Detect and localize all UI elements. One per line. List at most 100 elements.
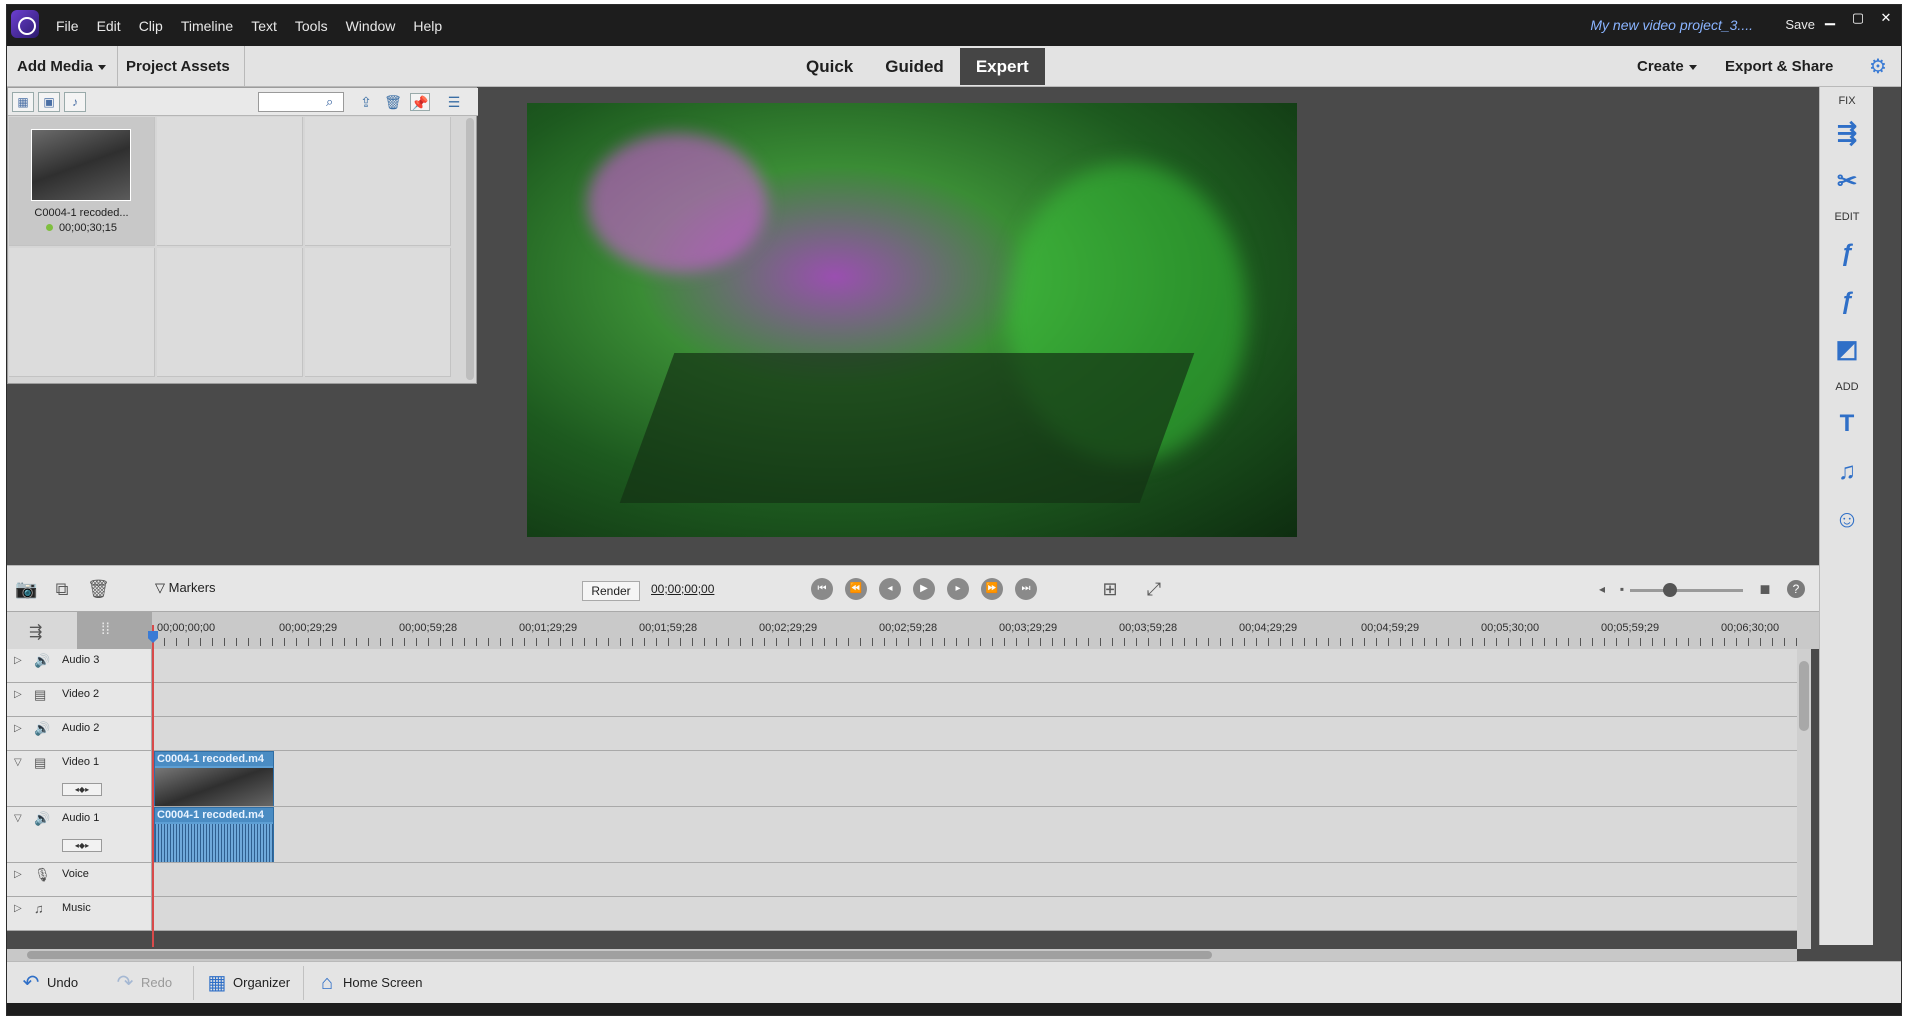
export-share-button[interactable]: Export & Share	[1719, 46, 1839, 87]
step-forward-icon[interactable]: ▸	[947, 578, 969, 600]
expand-icon[interactable]: ▷	[14, 689, 22, 700]
assets-scrollbar[interactable]	[466, 118, 474, 380]
organizer-button[interactable]: ▦ Organizer	[199, 962, 291, 1004]
speaker-icon[interactable]: 🔊	[34, 721, 50, 737]
collapse-icon[interactable]: ▽	[14, 757, 22, 768]
applied-effects-icon[interactable]: ƒ	[1832, 239, 1862, 269]
zoom-out-icon[interactable]: ◂	[1591, 578, 1613, 600]
zoom-slider[interactable]	[1630, 589, 1743, 592]
minimize-icon[interactable]: ▁	[1817, 8, 1843, 28]
playhead[interactable]	[152, 625, 154, 947]
track-audio-2[interactable]: ▷ 🔊 Audio 2	[7, 717, 1797, 751]
speaker-icon[interactable]: 🔊	[34, 811, 50, 827]
zoom-slider-handle[interactable]	[1663, 583, 1677, 597]
track-audio-3[interactable]: ▷ 🔊 Audio 3	[7, 649, 1797, 683]
next-edit-icon[interactable]: ⏩	[981, 578, 1003, 600]
scrollbar-thumb[interactable]	[1799, 661, 1809, 731]
expand-icon[interactable]: ▷	[14, 903, 22, 914]
film-icon[interactable]: ▤	[34, 755, 46, 771]
preview-monitor[interactable]	[527, 103, 1297, 537]
save-button[interactable]: Save	[1785, 17, 1815, 32]
timeline-vertical-scrollbar[interactable]	[1797, 649, 1811, 949]
asset-item[interactable]: C0004-1 recoded... 00;00;30;15	[9, 117, 155, 246]
menu-help[interactable]: Help	[404, 18, 451, 34]
undo-button[interactable]: ↶ Undo	[13, 962, 78, 1004]
create-button[interactable]: Create	[1631, 46, 1703, 87]
gear-icon[interactable]: ⚙	[1869, 56, 1891, 78]
titles-icon[interactable]: T	[1832, 409, 1862, 439]
menu-text[interactable]: Text	[242, 18, 286, 34]
timecode-display[interactable]: 00;00;00;00	[651, 582, 714, 596]
home-screen-button[interactable]: ⌂ Home Screen	[309, 962, 423, 1004]
expand-icon[interactable]: ▷	[14, 723, 22, 734]
section-label-edit: EDIT	[1834, 211, 1860, 223]
pin-icon[interactable]: 📌	[410, 93, 430, 111]
tools-icon[interactable]: ✂	[1832, 167, 1862, 197]
film-icon[interactable]: ▤	[34, 687, 46, 703]
zoom-large-icon[interactable]: ■	[1754, 578, 1776, 600]
tab-expert[interactable]: Expert	[959, 48, 1045, 85]
go-to-start-icon[interactable]: ⏮	[811, 578, 833, 600]
track-music[interactable]: ▷ ♫ Music	[7, 897, 1797, 931]
clip-label: C0004-1 recoded.m4	[155, 752, 273, 766]
audio-clip[interactable]: C0004-1 recoded.m4	[154, 807, 274, 862]
collapse-icon[interactable]: ▽	[14, 813, 22, 824]
menu-clip[interactable]: Clip	[130, 18, 172, 34]
expand-icon[interactable]: ▷	[14, 655, 22, 666]
effects-icon[interactable]: ƒ	[1832, 287, 1862, 317]
keyframe-nav[interactable]: ◂◆▸	[62, 783, 102, 796]
expand-icon[interactable]: ▷	[14, 869, 22, 880]
speaker-icon[interactable]: 🔊	[34, 653, 50, 669]
menu-edit[interactable]: Edit	[88, 18, 130, 34]
play-icon[interactable]: ▶	[913, 578, 935, 600]
keyframe-nav[interactable]: ◂◆▸	[62, 839, 102, 852]
filter-audio-icon[interactable]: ♪	[64, 92, 86, 112]
timeline-horizontal-scrollbar[interactable]	[7, 949, 1797, 961]
track-settings-icon[interactable]: ⇶	[29, 622, 42, 642]
track-video-2[interactable]: ▷ ▤ Video 2	[7, 683, 1797, 717]
microphone-icon[interactable]: 🎙	[34, 867, 51, 883]
graphics-icon[interactable]: ☺	[1832, 505, 1862, 535]
track-video-1[interactable]: ▽ ▤ Video 1 ◂◆▸ C0004-1 recoded.m4	[7, 751, 1797, 807]
project-name[interactable]: My new video project_3....	[1590, 17, 1753, 33]
adjust-sliders-icon[interactable]: ⇶	[1832, 119, 1862, 149]
panel-menu-icon[interactable]: ☰	[444, 93, 464, 111]
close-icon[interactable]: ✕	[1873, 8, 1899, 28]
transitions-icon[interactable]: ◩	[1832, 335, 1862, 365]
time-ruler[interactable]: ⇶ ⁞⁞ 00;00;00;00 00;00;29;29 00;00;59;28…	[7, 611, 1819, 650]
scrollbar-thumb[interactable]	[27, 951, 1212, 959]
filter-image-icon[interactable]: ▣	[38, 92, 60, 112]
fullscreen-icon[interactable]: ⤢	[1143, 578, 1165, 600]
search-icon[interactable]: ⌕	[326, 94, 333, 110]
tab-quick[interactable]: Quick	[790, 48, 869, 85]
help-icon[interactable]: ?	[1787, 580, 1805, 598]
video-clip[interactable]: C0004-1 recoded.m4	[154, 751, 274, 806]
menu-tools[interactable]: Tools	[286, 18, 337, 34]
go-to-end-icon[interactable]: ⏭	[1015, 578, 1037, 600]
render-button[interactable]: Render	[582, 581, 640, 601]
audio-waveform-toggle[interactable]: ⁞⁞	[77, 612, 152, 650]
menu-timeline[interactable]: Timeline	[172, 18, 242, 34]
camera-icon[interactable]: 📷	[15, 578, 37, 600]
menu-window[interactable]: Window	[337, 18, 405, 34]
music-icon[interactable]: ♫	[1832, 457, 1862, 487]
upload-icon[interactable]: ⇪	[356, 93, 376, 111]
track-name: Music	[62, 902, 91, 914]
fit-timeline-icon[interactable]: ⊞	[1099, 578, 1121, 600]
redo-button[interactable]: ↷ Redo	[107, 962, 172, 1004]
resize-icon[interactable]: ⧉	[51, 578, 73, 600]
track-audio-1[interactable]: ▽ 🔊 Audio 1 ◂◆▸ C0004-1 recoded.m4	[7, 807, 1797, 863]
music-note-icon[interactable]: ♫	[34, 901, 44, 916]
trash-icon[interactable]: 🗑	[87, 578, 110, 600]
markers-button[interactable]: ▽ Markers	[155, 580, 216, 596]
project-assets-button[interactable]: Project Assets	[117, 46, 245, 111]
track-voice[interactable]: ▷ 🎙 Voice	[7, 863, 1797, 897]
trash-icon[interactable]: 🗑	[383, 93, 403, 111]
filter-video-icon[interactable]: ▦	[12, 92, 34, 112]
maximize-icon[interactable]: ▢	[1845, 8, 1871, 28]
previous-edit-icon[interactable]: ⏪	[845, 578, 867, 600]
tab-guided[interactable]: Guided	[869, 48, 960, 85]
step-back-icon[interactable]: ◂	[879, 578, 901, 600]
menu-file[interactable]: File	[47, 18, 88, 34]
add-media-button[interactable]: Add Media	[11, 46, 112, 87]
